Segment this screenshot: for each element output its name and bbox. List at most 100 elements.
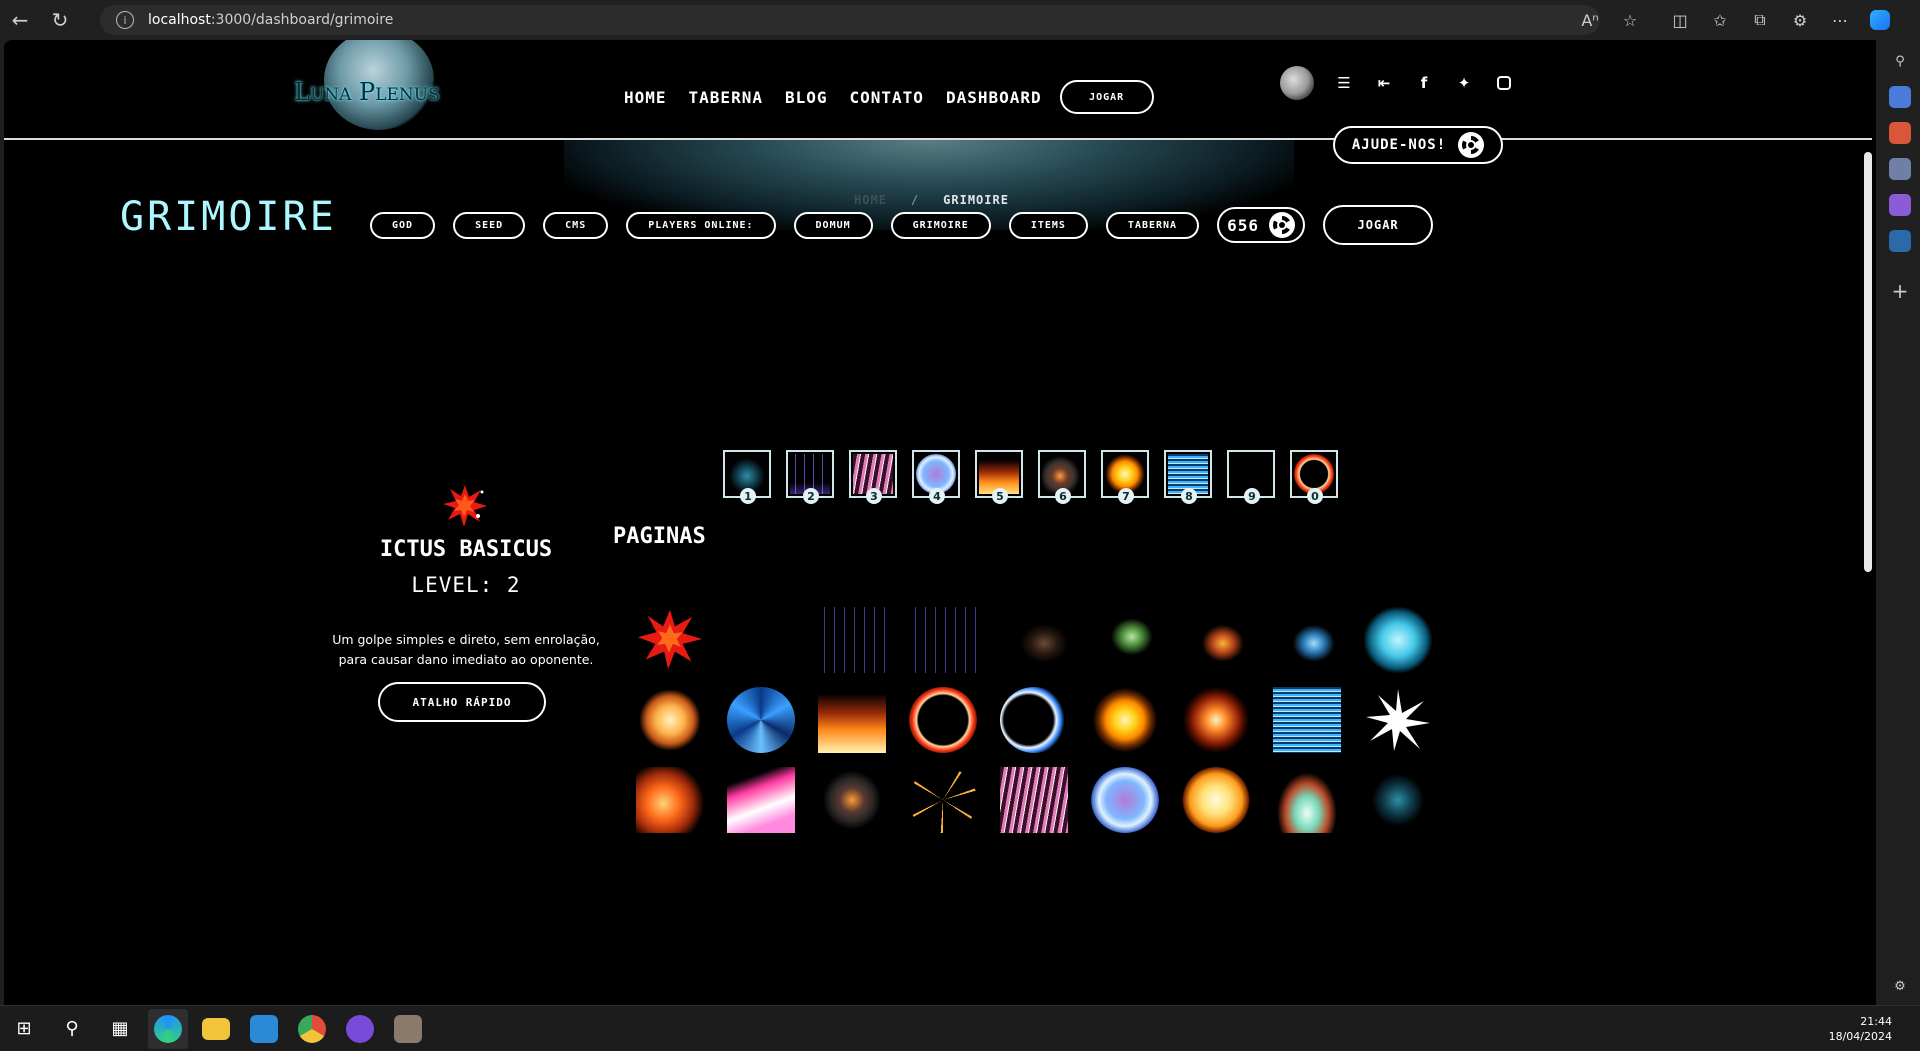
spell-card[interactable] [998, 605, 1070, 675]
hotbar-slot[interactable]: 3 [849, 450, 897, 504]
spell-card[interactable] [1362, 685, 1434, 755]
hotbar-slot[interactable]: 7 [1101, 450, 1149, 504]
people-icon[interactable] [1889, 158, 1911, 180]
refresh-icon[interactable]: ↻ [40, 0, 80, 40]
nav-dashboard[interactable]: DASHBOARD [946, 88, 1042, 107]
nav-taberna[interactable]: TABERNA [689, 88, 763, 107]
spell-card[interactable] [1271, 605, 1343, 675]
spell-card[interactable] [1271, 765, 1343, 835]
lava-icon [636, 767, 704, 833]
task-view-icon[interactable]: ▦ [100, 1009, 140, 1049]
collections-icon[interactable]: ⧉ [1740, 0, 1780, 40]
office-icon[interactable] [1889, 230, 1911, 252]
favorites-icon[interactable]: ✩ [1700, 0, 1740, 40]
edge-app-icon[interactable] [148, 1008, 188, 1049]
subnav-god[interactable]: GOD [370, 211, 436, 239]
hotbar-slot[interactable]: 6 [1038, 450, 1086, 504]
github-desktop-icon[interactable] [340, 1009, 380, 1049]
chrome-icon[interactable] [292, 1009, 332, 1049]
subnav-seed[interactable]: SEED [453, 211, 526, 239]
hotbar-slot[interactable]: 8 [1164, 450, 1212, 504]
spell-card[interactable] [634, 605, 706, 675]
subnav-cms[interactable]: CMS [543, 211, 609, 239]
spell-card[interactable] [1362, 765, 1434, 835]
subnav-taberna[interactable]: TABERNA [1105, 211, 1200, 239]
hotbar-slot[interactable]: 1 [723, 450, 771, 504]
vscode-icon[interactable] [244, 1009, 284, 1049]
pages-title: PAGINAS [613, 524, 706, 549]
nav-play-button[interactable]: JOGAR [1059, 80, 1154, 114]
page-scrollbar[interactable] [1864, 152, 1872, 572]
quick-shortcut-button[interactable]: ATALHO RÁPIDO [378, 682, 546, 722]
gimp-icon[interactable] [388, 1009, 428, 1049]
add-icon[interactable]: + [1889, 279, 1911, 303]
jade-horns-icon [1273, 767, 1341, 833]
spell-card[interactable] [1089, 685, 1161, 755]
spell-card[interactable] [725, 605, 797, 675]
nav-blog[interactable]: BLOG [785, 88, 828, 107]
spell-card[interactable] [816, 685, 888, 755]
hotbar-slot[interactable]: 0 [1290, 450, 1338, 504]
spell-card[interactable] [907, 765, 979, 835]
spell-card[interactable] [1362, 605, 1434, 675]
spell-card[interactable] [998, 685, 1070, 755]
purple-rain-icon [818, 607, 886, 673]
logo[interactable]: Luna Plenus [294, 40, 454, 130]
read-aloud-icon[interactable]: Aⁿ [1570, 0, 1610, 40]
file-explorer-icon[interactable] [196, 1009, 236, 1049]
spell-card[interactable] [816, 605, 888, 675]
spell-card[interactable] [1089, 765, 1161, 835]
user-list-icon[interactable]: ☰ [1334, 73, 1354, 93]
sun-burst-icon [1182, 767, 1250, 833]
split-screen-icon[interactable]: ◫ [1660, 0, 1700, 40]
facebook-icon[interactable]: f [1414, 73, 1434, 93]
search-icon[interactable]: ⚲ [1889, 50, 1911, 72]
back-icon[interactable]: ← [0, 0, 40, 40]
spell-card[interactable] [816, 765, 888, 835]
subnav-grimoire[interactable]: GRIMOIRE [890, 211, 991, 239]
spell-card[interactable] [907, 685, 979, 755]
nav-home[interactable]: HOME [624, 88, 667, 107]
more-menu-icon[interactable]: ⋯ [1820, 0, 1860, 40]
counter-badge[interactable]: 656 [1217, 207, 1306, 243]
play-button[interactable]: JOGAR [1323, 205, 1434, 245]
address-bar[interactable]: i localhost :3000/dashboard/grimoire [100, 5, 1600, 35]
favorite-star-icon[interactable]: ☆ [1610, 0, 1650, 40]
extensions-icon[interactable]: ⚙ [1780, 0, 1820, 40]
hotbar-slot[interactable]: 9 [1227, 450, 1275, 504]
spell-card[interactable] [998, 765, 1070, 835]
copilot-icon[interactable] [1860, 0, 1900, 40]
subnav-players-online[interactable]: PLAYERS ONLINE: [626, 211, 776, 239]
games-icon[interactable] [1889, 194, 1911, 216]
spell-card[interactable] [1180, 605, 1252, 675]
moon-theme-icon[interactable] [1280, 66, 1314, 100]
instagram-icon[interactable] [1494, 73, 1514, 93]
help-us-button[interactable]: AJUDE-NOS! [1333, 126, 1503, 164]
subnav-items[interactable]: ITEMS [1008, 211, 1088, 239]
spell-card[interactable] [1180, 765, 1252, 835]
hotbar-slot[interactable]: 4 [912, 450, 960, 504]
spell-card[interactable] [634, 765, 706, 835]
spell-card[interactable] [1089, 605, 1161, 675]
spell-card[interactable] [1180, 685, 1252, 755]
windows-start-icon[interactable]: ⊞ [4, 1009, 44, 1049]
nav-contato[interactable]: CONTATO [850, 88, 924, 107]
spell-card[interactable] [1271, 685, 1343, 755]
search-icon[interactable]: ⚲ [52, 1009, 92, 1049]
spell-card[interactable] [725, 765, 797, 835]
spell-card[interactable] [907, 605, 979, 675]
logout-icon[interactable]: ⇤ [1374, 73, 1394, 93]
site-info-icon[interactable]: i [116, 11, 134, 29]
subnav-domum[interactable]: DOMUM [793, 211, 873, 239]
shopping-tag-icon[interactable] [1889, 86, 1911, 108]
hotbar-slot[interactable]: 2 [786, 450, 834, 504]
twitter-icon[interactable]: ✦ [1454, 73, 1474, 93]
spell-card[interactable] [725, 685, 797, 755]
spell-pages-grid [634, 605, 1434, 835]
tools-briefcase-icon[interactable] [1889, 122, 1911, 144]
white-star-icon [1366, 689, 1430, 751]
system-clock[interactable]: 21:44 18/04/2024 [1829, 1014, 1892, 1044]
spell-card[interactable] [634, 685, 706, 755]
settings-gear-icon[interactable]: ⚙ [1889, 975, 1911, 997]
hotbar-slot[interactable]: 5 [975, 450, 1023, 504]
